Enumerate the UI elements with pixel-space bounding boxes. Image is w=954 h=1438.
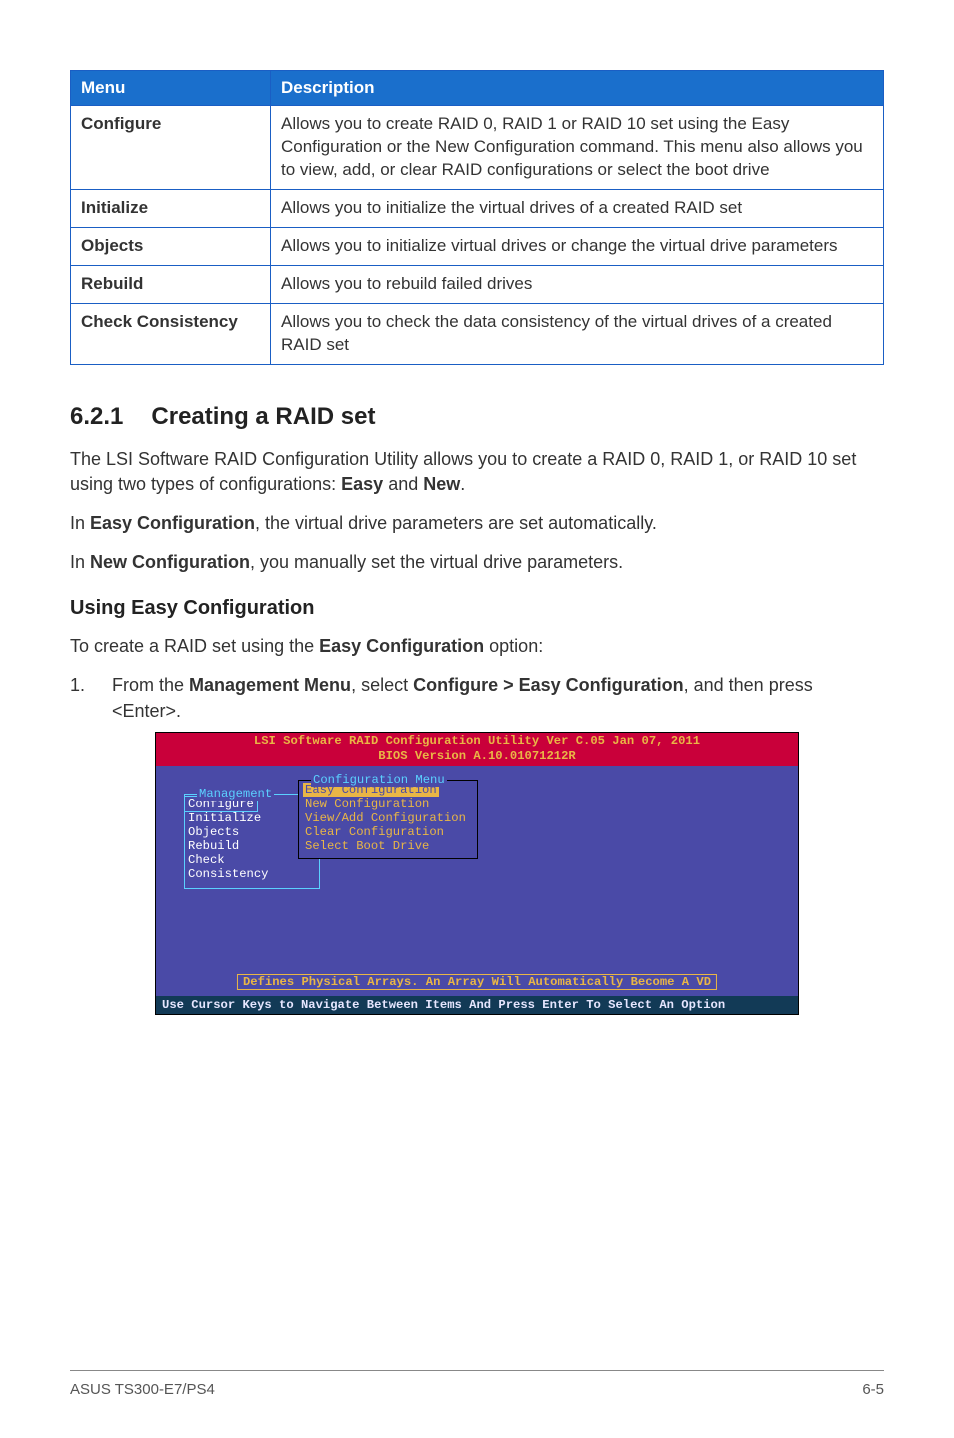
bios-help-message: Defines Physical Arrays. An Array Will A… xyxy=(237,974,717,990)
step-1: 1.From the Management Menu, select Confi… xyxy=(70,673,884,723)
cfg-item-clear-configuration[interactable]: Clear Configuration xyxy=(303,825,473,839)
section-heading: 6.2.1 Creating a RAID set xyxy=(70,403,884,431)
bios-footer-hint: Use Cursor Keys to Navigate Between Item… xyxy=(156,996,798,1014)
bios-body: Management Configure Initialize Objects … xyxy=(156,766,798,996)
management-legend: Management xyxy=(197,787,274,801)
cfg-item-new-configuration[interactable]: New Configuration xyxy=(303,797,473,811)
bios-title-line1: LSI Software RAID Configuration Utility … xyxy=(156,734,798,749)
table-desc-cell: Allows you to check the data consistency… xyxy=(271,303,884,364)
cfg-item-view-add-configuration[interactable]: View/Add Configuration xyxy=(303,811,473,825)
table-desc-cell: Allows you to create RAID 0, RAID 1 or R… xyxy=(271,106,884,190)
page-footer: ASUS TS300-E7/PS4 6-5 xyxy=(70,1370,884,1398)
configuration-legend: Configuration Menu xyxy=(311,773,447,787)
intro-paragraph-1: The LSI Software RAID Configuration Util… xyxy=(70,447,884,497)
bios-header: LSI Software RAID Configuration Utility … xyxy=(156,733,798,767)
mgmt-item-objects[interactable]: Objects xyxy=(185,825,315,839)
table-row: Configure Allows you to create RAID 0, R… xyxy=(71,106,884,190)
subheading-intro: To create a RAID set using the Easy Conf… xyxy=(70,634,884,659)
intro-paragraph-3: In New Configuration, you manually set t… xyxy=(70,550,884,575)
section-number: 6.2.1 xyxy=(70,403,123,431)
intro-paragraph-2: In Easy Configuration, the virtual drive… xyxy=(70,511,884,536)
table-menu-cell: Objects xyxy=(71,227,271,265)
cfg-item-select-boot-drive[interactable]: Select Boot Drive xyxy=(303,839,473,853)
table-row: Rebuild Allows you to rebuild failed dri… xyxy=(71,265,884,303)
table-menu-cell: Rebuild xyxy=(71,265,271,303)
bios-screenshot: LSI Software RAID Configuration Utility … xyxy=(155,732,799,1016)
steps-list: 1.From the Management Menu, select Confi… xyxy=(70,673,884,723)
footer-right: 6-5 xyxy=(862,1381,884,1398)
table-header-description: Description xyxy=(271,71,884,106)
bios-title-line2: BIOS Version A.10.01071212R xyxy=(156,749,798,764)
mgmt-item-check-consistency[interactable]: Check Consistency xyxy=(185,853,315,881)
table-row: Objects Allows you to initialize virtual… xyxy=(71,227,884,265)
table-row: Initialize Allows you to initialize the … xyxy=(71,189,884,227)
footer-left: ASUS TS300-E7/PS4 xyxy=(70,1381,215,1398)
mgmt-item-rebuild[interactable]: Rebuild xyxy=(185,839,315,853)
configuration-menu-box: Configuration Menu Easy Configuration Ne… xyxy=(298,780,478,859)
section-title: Creating a RAID set xyxy=(151,403,375,430)
table-desc-cell: Allows you to rebuild failed drives xyxy=(271,265,884,303)
table-desc-cell: Allows you to initialize virtual drives … xyxy=(271,227,884,265)
mgmt-item-initialize[interactable]: Initialize xyxy=(185,811,315,825)
table-row: Check Consistency Allows you to check th… xyxy=(71,303,884,364)
menu-description-table: Menu Description Configure Allows you to… xyxy=(70,70,884,365)
table-menu-cell: Initialize xyxy=(71,189,271,227)
table-header-menu: Menu xyxy=(71,71,271,106)
table-desc-cell: Allows you to initialize the virtual dri… xyxy=(271,189,884,227)
table-menu-cell: Check Consistency xyxy=(71,303,271,364)
table-menu-cell: Configure xyxy=(71,106,271,190)
subheading: Using Easy Configuration xyxy=(70,597,884,620)
